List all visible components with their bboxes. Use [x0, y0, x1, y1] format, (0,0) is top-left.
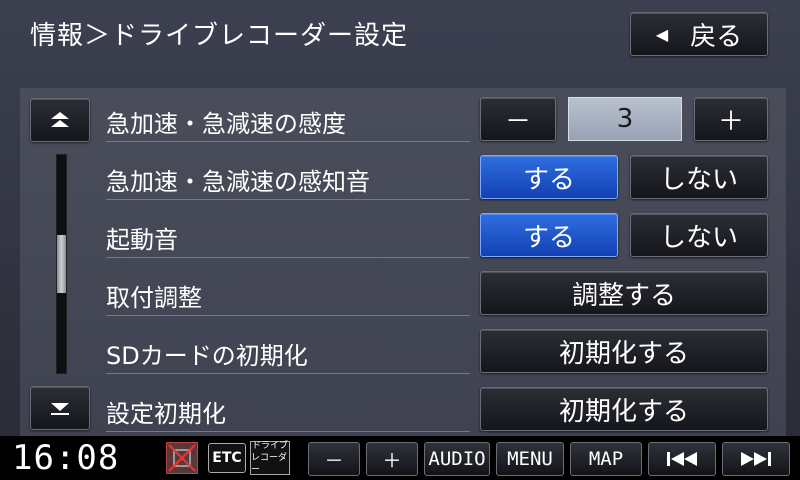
setting-row-startup-sound: 起動音	[106, 206, 470, 264]
sensitivity-minus-button[interactable]: －	[480, 97, 556, 141]
setting-label: 急加速・急減速の感知音	[106, 168, 370, 196]
scrollbar-thumb[interactable]	[57, 235, 66, 293]
setting-row-sensitivity: 急加速・急減速の感度	[106, 90, 470, 148]
alert-sound-on-button[interactable]: する	[480, 155, 618, 199]
sd-format-button[interactable]: 初期化する	[480, 329, 768, 373]
page-title: 情報＞ドライブレコーダー設定	[30, 21, 409, 51]
skip-next-icon	[741, 452, 771, 466]
chevron-down-icon	[51, 403, 69, 415]
startup-sound-off-button[interactable]: しない	[630, 213, 768, 257]
setting-row-sd-format: SDカードの初期化	[106, 322, 470, 380]
setting-label: 起動音	[106, 226, 178, 254]
setting-label: 急加速・急減速の感度	[106, 110, 346, 138]
setting-row-mount-adjust: 取付調整	[106, 264, 470, 322]
row-divider	[106, 431, 470, 432]
reset-settings-button[interactable]: 初期化する	[480, 387, 768, 431]
recorder-label-line1: ドライブ	[251, 441, 288, 451]
row-divider	[106, 315, 470, 316]
left-triangle-icon: ◀	[655, 24, 669, 44]
setting-label: 取付調整	[106, 284, 202, 312]
back-button[interactable]: ◀ 戻る	[630, 12, 768, 56]
screen: 情報＞ドライブレコーダー設定 ◀ 戻る 急加速・急減速の感度 急加速・急減速の感…	[0, 0, 800, 436]
map-button[interactable]: MAP	[570, 442, 642, 476]
row-divider	[106, 373, 470, 374]
row-divider	[106, 141, 470, 142]
drive-recorder-indicator: ドライブ レコーダー	[250, 441, 290, 475]
menu-button[interactable]: MENU	[496, 442, 564, 476]
row-divider	[106, 257, 470, 258]
startup-sound-on-button[interactable]: する	[480, 213, 618, 257]
no-signal-icon	[166, 442, 198, 474]
volume-down-button[interactable]: －	[308, 442, 360, 476]
double-chevron-up-icon	[51, 112, 69, 127]
scroll-up-button[interactable]	[30, 98, 90, 142]
sensitivity-value: 3	[568, 97, 682, 141]
back-button-label: 戻る	[690, 21, 743, 52]
status-bar: 16:08 ETC ドライブ レコーダー － ＋ AUDIO MENU MAP	[0, 436, 800, 480]
audio-button[interactable]: AUDIO	[424, 442, 490, 476]
next-track-button[interactable]	[722, 442, 790, 476]
scrollbar-track[interactable]	[56, 154, 67, 374]
scroll-down-button[interactable]	[30, 386, 90, 430]
alert-sound-off-button[interactable]: しない	[630, 155, 768, 199]
clock: 16:08	[12, 438, 120, 478]
mount-adjust-button[interactable]: 調整する	[480, 271, 768, 315]
setting-row-alert-sound: 急加速・急減速の感知音	[106, 148, 470, 206]
row-divider	[106, 199, 470, 200]
setting-label: 設定初期化	[106, 400, 226, 428]
setting-label: SDカードの初期化	[106, 342, 308, 370]
previous-track-button[interactable]	[648, 442, 716, 476]
recorder-label-line2: レコーダー	[251, 453, 288, 475]
skip-previous-icon	[667, 452, 697, 466]
header: 情報＞ドライブレコーダー設定 ◀ 戻る	[0, 0, 800, 70]
volume-up-button[interactable]: ＋	[366, 442, 418, 476]
etc-indicator: ETC	[208, 443, 246, 473]
setting-row-reset-settings: 設定初期化	[106, 380, 470, 438]
sensitivity-plus-button[interactable]: ＋	[694, 97, 768, 141]
